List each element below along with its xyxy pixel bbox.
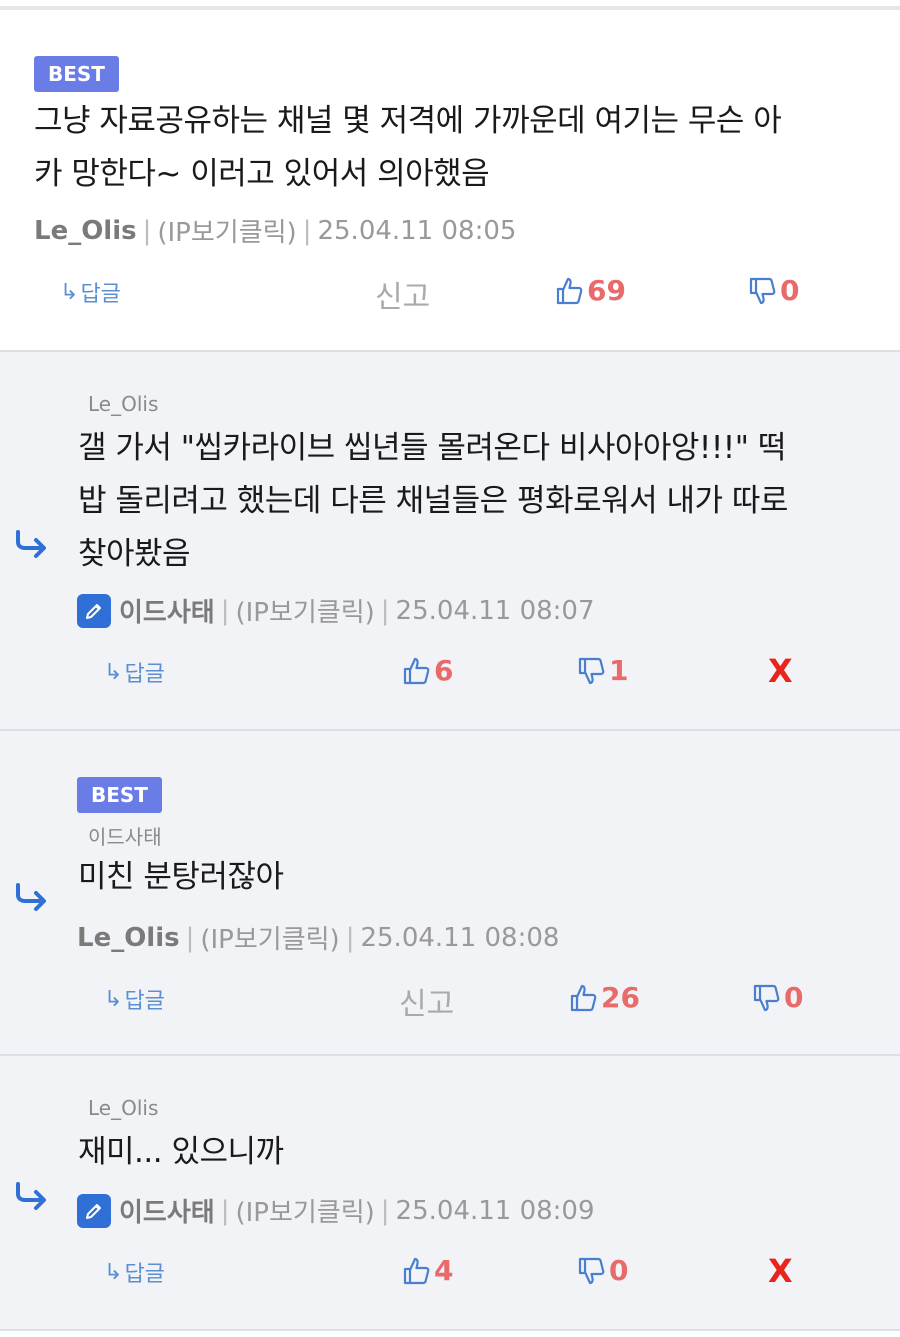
reply-button[interactable]: ↳ 답글: [60, 276, 121, 308]
comment-text: 갤 가서 "씹카라이브 씹년들 몰려온다 비사아아앙!!!" 떡 밥 돌리려고 …: [78, 422, 878, 581]
best-badge: BEST: [34, 56, 119, 92]
like-count: 69: [587, 274, 626, 307]
like-button[interactable]: 26: [569, 981, 640, 1014]
comment-date: 25.04.11 08:07: [395, 595, 595, 626]
dislike-count: 0: [784, 981, 804, 1014]
reply-arrow-icon: ↳: [104, 659, 123, 685]
dislike-count: 0: [780, 274, 800, 307]
child-reply-arrow-icon: [16, 530, 46, 558]
child-reply-arrow-icon: [16, 1182, 46, 1210]
ip-link[interactable]: (IP보기클릭): [235, 1192, 374, 1229]
thumbs-up-icon: [403, 657, 430, 684]
thumbs-down-icon: [753, 984, 780, 1011]
comment-meta: 이드사태 | (IP보기클릭) | 25.04.11 08:09: [77, 1192, 595, 1229]
report-button[interactable]: 신고: [375, 272, 430, 316]
comment-date: 25.04.11 08:08: [360, 922, 560, 953]
comment-meta: Le_Olis | (IP보기클릭) | 25.04.11 08:05: [34, 212, 516, 249]
child-reply-arrow-icon: [16, 883, 46, 911]
comment-text-line: 찾아봤음: [78, 536, 191, 572]
report-button[interactable]: 신고: [399, 979, 454, 1023]
pencil-icon: [77, 1193, 111, 1228]
comment-text-line: 재미... 있으니까: [78, 1134, 284, 1170]
comment-meta: Le_Olis | (IP보기클릭) | 25.04.11 08:08: [77, 919, 559, 956]
reply-button[interactable]: ↳ 답글: [104, 983, 165, 1015]
ip-link[interactable]: (IP보기클릭): [157, 212, 296, 249]
comment-date: 25.04.11 08:09: [395, 1195, 595, 1226]
comment-date: 25.04.11 08:05: [317, 215, 517, 246]
ip-link[interactable]: (IP보기클릭): [200, 919, 339, 956]
ip-link[interactable]: (IP보기클릭): [235, 592, 374, 629]
thumbs-down-icon: [749, 277, 776, 304]
meta-separator: |: [380, 1195, 390, 1226]
delete-button[interactable]: X: [768, 652, 793, 690]
meta-separator: |: [142, 215, 152, 246]
meta-separator: |: [220, 595, 230, 626]
dislike-button[interactable]: 1: [577, 654, 628, 687]
comment-item: Le_Olis 재미... 있으니까 이드사태 | (IP보기클릭) | 25.…: [0, 1056, 900, 1331]
comment-meta: 이드사태 | (IP보기클릭) | 25.04.11 08:07: [77, 592, 595, 629]
parent-author: Le_Olis: [88, 1096, 159, 1120]
reply-arrow-icon: ↳: [104, 1259, 123, 1285]
dislike-count: 0: [609, 1254, 629, 1287]
reply-button[interactable]: ↳ 답글: [104, 1256, 165, 1288]
comment-text-line: 갤 가서 "씹카라이브 씹년들 몰려온다 비사아아앙!!!" 떡: [78, 430, 786, 466]
parent-author: Le_Olis: [88, 392, 159, 416]
reply-arrow-icon: ↳: [60, 279, 79, 305]
thumbs-down-icon: [578, 657, 605, 684]
comment-item: BEST 그냥 자료공유하는 채널 몇 저격에 가까운데 여기는 무슨 아 카 …: [0, 10, 900, 352]
comment-text-line: 밥 돌리려고 했는데 다른 채널들은 평화로워서 내가 따로: [78, 483, 788, 519]
comment-text: 그냥 자료공유하는 채널 몇 저격에 가까운데 여기는 무슨 아 카 망한다~ …: [34, 95, 864, 201]
best-badge: BEST: [77, 777, 162, 813]
like-count: 6: [434, 654, 454, 687]
thumbs-up-icon: [556, 277, 583, 304]
author-name[interactable]: Le_Olis: [34, 216, 137, 246]
author-name[interactable]: 이드사태: [119, 1192, 215, 1229]
comment-text: 미친 분탕러잖아: [78, 851, 878, 904]
comment-item: Le_Olis 갤 가서 "씹카라이브 씹년들 몰려온다 비사아아앙!!!" 떡…: [0, 352, 900, 731]
like-count: 4: [434, 1254, 454, 1287]
like-button[interactable]: 4: [402, 1254, 453, 1287]
comment-text-line: 카 망한다~ 이러고 있어서 의아했음: [34, 156, 490, 192]
meta-separator: |: [345, 922, 355, 953]
reply-label: 답글: [124, 1262, 165, 1287]
author-name[interactable]: Le_Olis: [77, 923, 180, 953]
dislike-count: 1: [609, 654, 629, 687]
thumbs-down-icon: [578, 1257, 605, 1284]
dislike-button[interactable]: 0: [748, 274, 799, 307]
thumbs-up-icon: [403, 1257, 430, 1284]
like-button[interactable]: 69: [555, 274, 626, 307]
comment-text-line: 그냥 자료공유하는 채널 몇 저격에 가까운데 여기는 무슨 아: [34, 103, 782, 139]
pencil-icon: [77, 593, 111, 628]
comment-text-line: 미친 분탕러잖아: [78, 859, 284, 895]
reply-label: 답글: [124, 989, 165, 1014]
comment-text: 재미... 있으니까: [78, 1126, 878, 1179]
thumbs-up-icon: [570, 984, 597, 1011]
reply-label: 답글: [80, 282, 121, 307]
dislike-button[interactable]: 0: [752, 981, 803, 1014]
delete-button[interactable]: X: [768, 1252, 793, 1290]
meta-separator: |: [302, 215, 312, 246]
like-button[interactable]: 6: [402, 654, 453, 687]
author-name[interactable]: 이드사태: [119, 592, 215, 629]
parent-author: 이드사태: [88, 825, 162, 849]
comment-item: BEST 이드사태 미친 분탕러잖아 Le_Olis | (IP보기클릭) | …: [0, 731, 900, 1056]
meta-separator: |: [185, 922, 195, 953]
like-count: 26: [601, 981, 640, 1014]
dislike-button[interactable]: 0: [577, 1254, 628, 1287]
reply-arrow-icon: ↳: [104, 986, 123, 1012]
meta-separator: |: [380, 595, 390, 626]
meta-separator: |: [220, 1195, 230, 1226]
reply-label: 답글: [124, 662, 165, 687]
reply-button[interactable]: ↳ 답글: [104, 656, 165, 688]
